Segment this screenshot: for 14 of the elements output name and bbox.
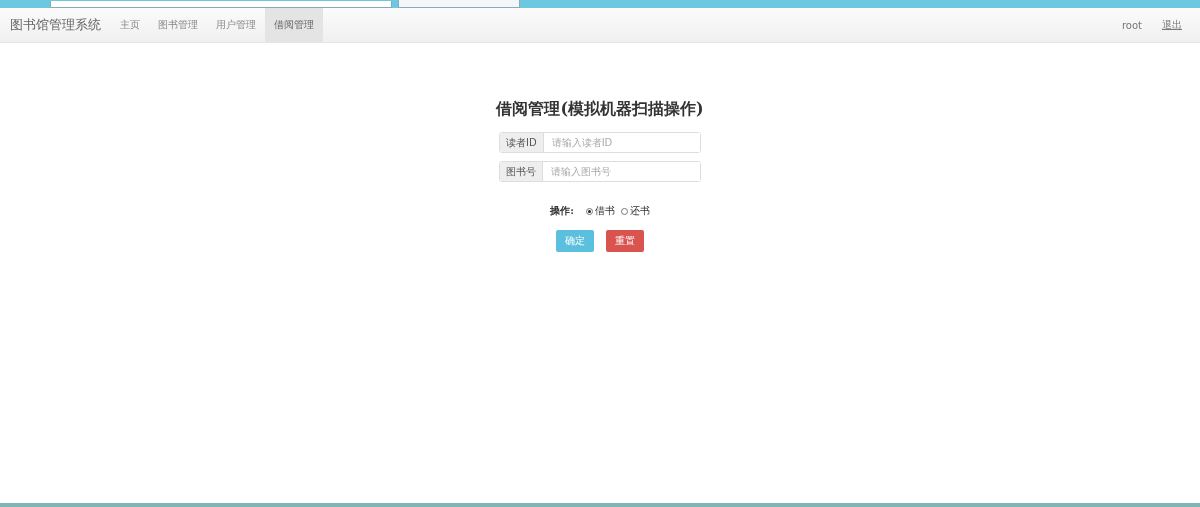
brand-title[interactable]: 图书馆管理系统 [10,8,101,42]
logout-link[interactable]: 退出 [1152,8,1192,42]
form-title: 借阅管理(模拟机器扫描操作) [496,99,704,120]
nav-link[interactable]: 用户管理 [207,8,265,42]
reset-button[interactable]: 重置 [606,230,644,252]
input-field[interactable]: 图书号 请输入图书号 [499,161,701,182]
input-field[interactable]: 读者ID 请输入读者ID [499,132,701,153]
radio-label[interactable]: 还书 [629,204,650,218]
radio-label[interactable]: 借书 [594,204,615,218]
user-name: root [1120,18,1143,33]
operation-label: 操作: [550,204,574,218]
nav-link[interactable]: 主页 [111,8,149,42]
nav-link[interactable]: 图书管理 [149,8,207,42]
nav-link[interactable]: 借阅管理 [265,8,323,42]
